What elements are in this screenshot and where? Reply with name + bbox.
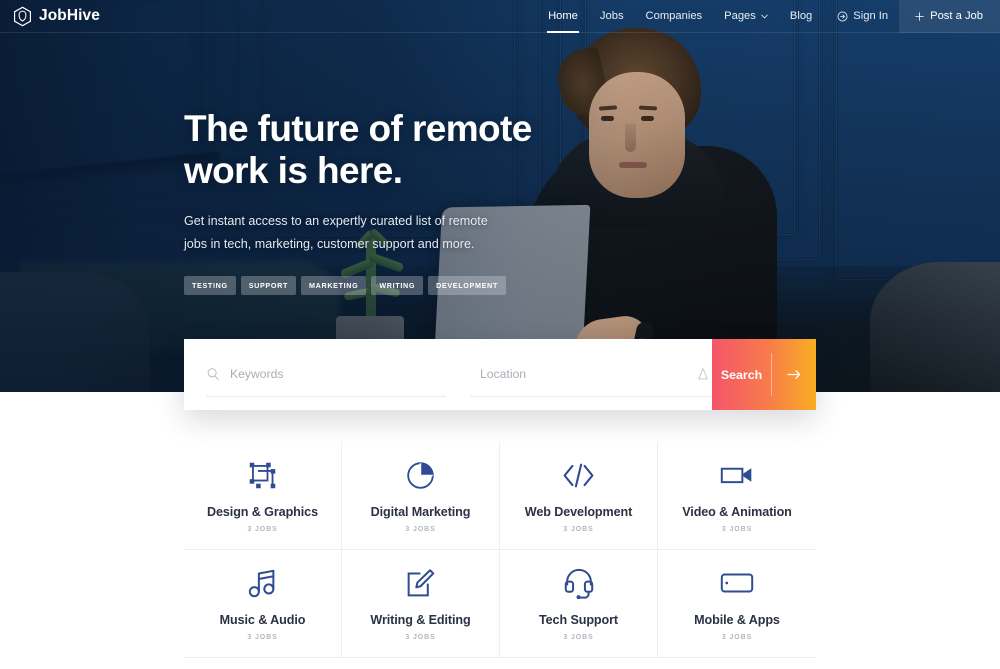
landing-page: JobHive Home Jobs Companies Pages Blog S… bbox=[0, 0, 1000, 669]
tablet-device-icon bbox=[720, 566, 754, 600]
post-a-job-label: Post a Job bbox=[930, 10, 983, 22]
site-header: JobHive Home Jobs Companies Pages Blog S… bbox=[0, 0, 1000, 33]
nav-label: Pages bbox=[724, 10, 756, 22]
hero-subtitle-line-2: tech, marketing, customer support and mo… bbox=[223, 236, 475, 251]
category-grid: Design & Graphics 3 Jobs Digital Marketi… bbox=[184, 442, 816, 658]
search-button-label: Search bbox=[720, 367, 763, 382]
category-card-web-development[interactable]: Web Development 3 Jobs bbox=[500, 442, 658, 550]
category-card-music-audio[interactable]: Music & Audio 3 Jobs bbox=[184, 550, 342, 658]
page-title: The future of remote work is here. bbox=[184, 108, 604, 192]
sign-in-label: Sign In bbox=[853, 10, 889, 22]
job-search-card: Search bbox=[184, 339, 816, 410]
location-input[interactable] bbox=[480, 367, 712, 381]
arrow-right-icon bbox=[786, 370, 800, 379]
category-name: Music & Audio bbox=[219, 613, 306, 627]
category-job-count: 3 Jobs bbox=[563, 634, 594, 641]
location-pin-icon[interactable] bbox=[696, 367, 710, 381]
category-job-count: 3 Jobs bbox=[247, 526, 278, 533]
nav-item-jobs[interactable]: Jobs bbox=[589, 0, 635, 33]
hero-tag-testing[interactable]: Testing bbox=[184, 276, 236, 296]
nav-item-pages[interactable]: Pages bbox=[713, 0, 779, 33]
category-name: Web Development bbox=[524, 505, 633, 519]
category-job-count: 3 Jobs bbox=[405, 526, 436, 533]
hero-tag-list: Testing Support Marketing Writing Develo… bbox=[184, 276, 604, 296]
nav-item-blog[interactable]: Blog bbox=[779, 0, 823, 33]
music-note-icon bbox=[248, 566, 277, 600]
chevron-down-icon bbox=[761, 14, 768, 18]
category-card-digital-marketing[interactable]: Digital Marketing 3 Jobs bbox=[342, 442, 500, 550]
hero-tag-writing[interactable]: Writing bbox=[371, 276, 424, 296]
main-navigation: Home Jobs Companies Pages Blog Sign In P… bbox=[537, 0, 1000, 33]
category-name: Tech Support bbox=[538, 613, 619, 627]
keywords-field bbox=[206, 353, 446, 397]
hero-tag-support[interactable]: Support bbox=[240, 276, 296, 296]
nav-label: Blog bbox=[789, 10, 813, 22]
headset-icon bbox=[564, 566, 594, 600]
edit-pencil-square-icon bbox=[405, 566, 436, 600]
category-job-count: 3 Jobs bbox=[721, 634, 753, 641]
hero-title-line-1: The future of remote bbox=[184, 108, 532, 149]
nav-label: Jobs bbox=[599, 10, 624, 22]
search-fields bbox=[184, 339, 712, 410]
video-camera-icon bbox=[720, 458, 754, 492]
category-name: Digital Marketing bbox=[370, 505, 471, 519]
nav-item-companies[interactable]: Companies bbox=[635, 0, 714, 33]
post-a-job-button[interactable]: Post a Job bbox=[899, 0, 1000, 33]
category-card-tech-support[interactable]: Tech Support 3 Jobs bbox=[500, 550, 658, 658]
category-name: Video & Animation bbox=[682, 505, 792, 519]
plus-icon bbox=[915, 11, 924, 21]
nav-label: Home bbox=[548, 10, 578, 22]
nav-label: Companies bbox=[645, 10, 703, 22]
sign-in-arrow-circle-icon bbox=[837, 11, 848, 21]
category-name: Mobile & Apps bbox=[694, 613, 780, 627]
category-card-mobile-apps[interactable]: Mobile & Apps 3 Jobs bbox=[658, 550, 816, 658]
nav-item-home[interactable]: Home bbox=[537, 0, 589, 33]
category-name: Writing & Editing bbox=[370, 613, 471, 627]
hero-tag-development[interactable]: Development bbox=[428, 276, 506, 296]
hero-copy: The future of remote work is here. Get i… bbox=[184, 108, 604, 296]
code-brackets-icon bbox=[562, 458, 595, 492]
pie-chart-icon bbox=[405, 458, 436, 492]
category-job-count: 3 Jobs bbox=[721, 526, 753, 533]
category-job-count: 3 Jobs bbox=[247, 634, 278, 641]
category-job-count: 3 Jobs bbox=[405, 634, 436, 641]
category-name: Design & Graphics bbox=[207, 505, 318, 519]
hero-title-line-2: work is here. bbox=[184, 149, 403, 191]
hero-subtitle: Get instant access to an expertly curate… bbox=[184, 210, 514, 257]
hexagon-hive-logo-icon bbox=[13, 6, 32, 26]
search-icon bbox=[207, 368, 219, 380]
category-card-design-graphics[interactable]: Design & Graphics 3 Jobs bbox=[184, 442, 342, 550]
keywords-input[interactable] bbox=[230, 367, 446, 381]
search-button[interactable]: Search bbox=[712, 339, 816, 410]
location-field bbox=[470, 353, 712, 397]
category-card-writing-editing[interactable]: Writing & Editing 3 Jobs bbox=[342, 550, 500, 658]
brand-name: JobHive bbox=[39, 7, 100, 24]
hero-tag-marketing[interactable]: Marketing bbox=[301, 276, 367, 296]
sign-in-button[interactable]: Sign In bbox=[823, 0, 899, 33]
brand-logo-link[interactable]: JobHive bbox=[13, 6, 100, 27]
category-card-video-animation[interactable]: Video & Animation 3 Jobs bbox=[658, 442, 816, 550]
crop-frame-icon bbox=[247, 458, 278, 492]
search-submit-arrow[interactable] bbox=[772, 368, 816, 381]
category-job-count: 3 Jobs bbox=[563, 526, 594, 533]
